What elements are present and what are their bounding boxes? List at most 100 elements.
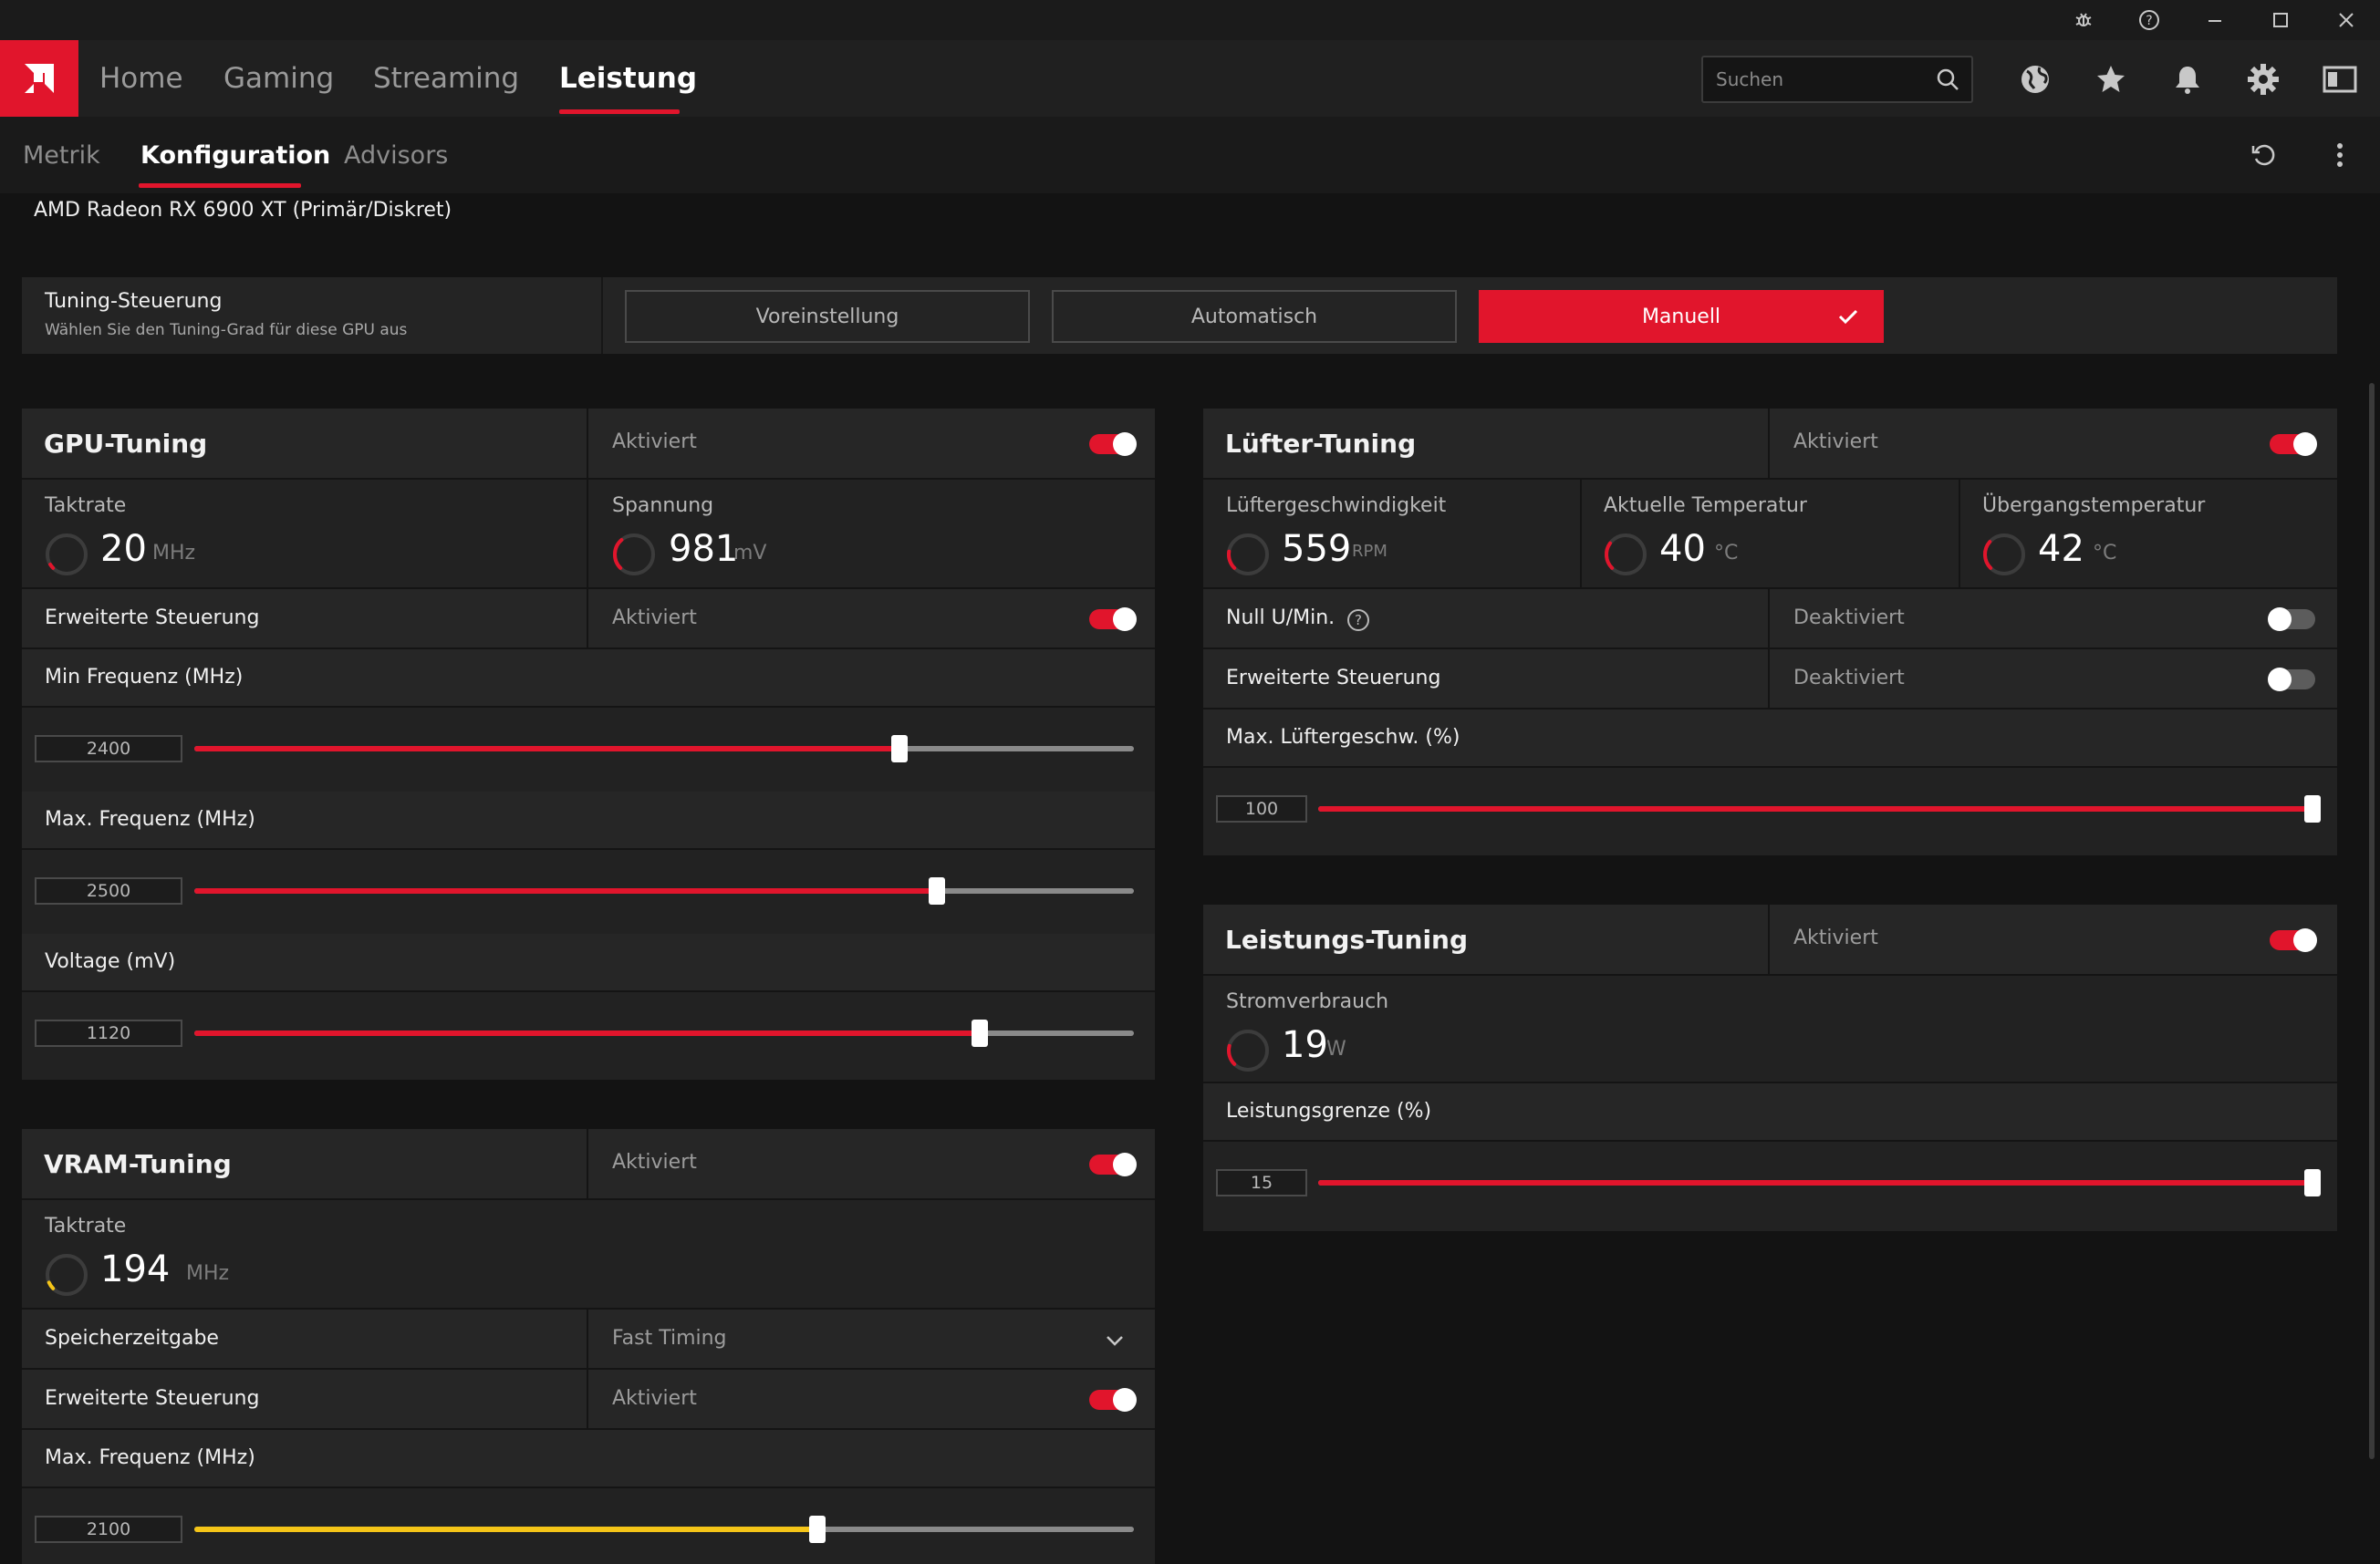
fan-tuning-toggle[interactable]: [2270, 432, 2317, 456]
current-temp-label: Aktuelle Temperatur: [1604, 494, 1807, 517]
voltage-unit: mV: [733, 542, 767, 564]
power-limit-slider[interactable]: [1318, 1169, 2321, 1196]
divider: [1959, 480, 1960, 589]
max-fan-speed-label: Max. Lüftergeschw. (%): [1226, 726, 1460, 749]
gauge-arc: [48, 562, 56, 570]
tab-konfiguration[interactable]: Konfiguration: [140, 117, 330, 193]
automatic-button-label: Automatisch: [1190, 305, 1318, 328]
voltage-slider-label: Voltage (mV): [45, 950, 176, 973]
zero-rpm-status: Deaktiviert: [1793, 606, 1905, 629]
gpu-tuning-status: Aktiviert: [612, 430, 697, 453]
max-fan-speed-value[interactable]: 100: [1216, 795, 1307, 823]
tab-leistung[interactable]: Leistung: [559, 40, 697, 117]
slider-thumb[interactable]: [2304, 795, 2321, 823]
slider-thumb[interactable]: [2304, 1169, 2321, 1196]
tuning-control-info: Tuning-Steuerung Wählen Sie den Tuning-G…: [22, 277, 603, 354]
vram-tuning-toggle[interactable]: [1089, 1153, 1137, 1176]
zero-rpm-toggle[interactable]: [2268, 607, 2315, 631]
power-tuning-status: Aktiviert: [1793, 927, 1878, 949]
tab-gaming[interactable]: Gaming: [223, 40, 334, 117]
gpu-advanced-toggle[interactable]: [1089, 607, 1137, 631]
help-icon[interactable]: ?: [2124, 0, 2175, 40]
divider: [587, 1129, 588, 1200]
max-fan-speed-slider[interactable]: [1318, 795, 2321, 823]
slider-thumb[interactable]: [890, 735, 908, 762]
junction-temp-unit: °C: [2093, 542, 2117, 564]
minimize-icon[interactable]: [2189, 0, 2240, 40]
preset-button[interactable]: Voreinstellung: [625, 290, 1030, 343]
vram-max-frequency-slider[interactable]: [194, 1516, 1134, 1543]
min-frequency-slider[interactable]: [194, 735, 1134, 762]
divider: [587, 589, 588, 649]
power-draw-value: 19: [1282, 1024, 1328, 1066]
vertical-scrollbar[interactable]: [2369, 383, 2375, 1459]
power-limit-value[interactable]: 15: [1216, 1169, 1307, 1196]
toggle-knob: [1113, 1153, 1137, 1176]
fan-advanced-row: Erweiterte Steuerung Deaktiviert: [1203, 649, 2337, 709]
svg-text:?: ?: [2146, 14, 2152, 28]
bell-icon[interactable]: [2165, 57, 2210, 102]
vram-max-frequency-value[interactable]: 2100: [35, 1516, 182, 1543]
current-temp-unit: °C: [1714, 542, 1739, 564]
memory-timing-select[interactable]: Fast Timing: [612, 1327, 727, 1350]
current-temp-gauge: [1605, 533, 1647, 575]
more-vertical-icon[interactable]: [2317, 132, 2363, 178]
fan-tuning-panel: Lüfter-Tuning Aktiviert Lüftergeschwindi…: [1203, 409, 2337, 855]
vram-tuning-status: Aktiviert: [612, 1151, 697, 1174]
vram-advanced-label: Erweiterte Steuerung: [45, 1387, 260, 1410]
gauge-arc: [47, 1280, 56, 1290]
amd-logo-icon[interactable]: [0, 40, 78, 117]
slider-thumb[interactable]: [808, 1516, 826, 1543]
min-frequency-value[interactable]: 2400: [35, 735, 182, 762]
close-icon[interactable]: [2321, 0, 2372, 40]
voltage-label: Spannung: [612, 494, 714, 517]
tab-metrik[interactable]: Metrik: [23, 117, 100, 193]
fan-advanced-toggle[interactable]: [2268, 668, 2315, 691]
search-icon[interactable]: [1935, 67, 1960, 96]
tab-home[interactable]: Home: [99, 40, 183, 117]
zero-rpm-row: Null U/Min. ? Deaktiviert: [1203, 589, 2337, 649]
sidebar-icon[interactable]: [2317, 57, 2363, 102]
tuning-control-title: Tuning-Steuerung: [45, 290, 223, 313]
junction-temp-label: Übergangstemperatur: [1982, 494, 2206, 517]
vram-max-frequency-label: Max. Frequenz (MHz): [45, 1446, 255, 1469]
tab-streaming[interactable]: Streaming: [373, 40, 519, 117]
max-frequency-label-row: Max. Frequenz (MHz): [22, 792, 1155, 850]
vram-advanced-toggle[interactable]: [1089, 1388, 1137, 1412]
slider-thumb[interactable]: [928, 877, 945, 905]
max-frequency-value[interactable]: 2500: [35, 877, 182, 905]
power-tuning-toggle[interactable]: [2270, 928, 2317, 952]
maximize-icon[interactable]: [2255, 0, 2306, 40]
search-input[interactable]: [1716, 57, 1926, 101]
star-icon[interactable]: [2088, 57, 2134, 102]
bug-icon[interactable]: [2058, 0, 2109, 40]
tab-advisors[interactable]: Advisors: [344, 117, 448, 193]
vram-advanced-status: Aktiviert: [612, 1387, 697, 1410]
gpu-tuning-toggle[interactable]: [1089, 432, 1137, 456]
clock-label: Taktrate: [45, 494, 127, 517]
min-frequency-label: Min Frequenz (MHz): [45, 666, 244, 689]
power-tuning-title: Leistungs-Tuning: [1225, 925, 1469, 955]
automatic-button[interactable]: Automatisch: [1052, 290, 1457, 343]
toggle-knob: [2293, 928, 2317, 952]
check-icon: [1836, 305, 1860, 334]
max-frequency-label: Max. Frequenz (MHz): [45, 808, 255, 831]
voltage-slider-value[interactable]: 1120: [35, 1020, 182, 1047]
question-circle-icon[interactable]: ?: [1346, 607, 1371, 633]
gauge-arc: [1983, 540, 1993, 570]
reset-icon[interactable]: [2240, 132, 2286, 178]
gauge-arc: [1227, 549, 1237, 570]
globe-icon[interactable]: [2012, 57, 2058, 102]
vram-clock-unit: MHz: [186, 1262, 230, 1285]
vram-tuning-header: VRAM-Tuning Aktiviert: [22, 1129, 1155, 1200]
voltage-slider[interactable]: [194, 1020, 1134, 1047]
gpu-advanced-row: Erweiterte Steuerung Aktiviert: [22, 589, 1155, 649]
max-frequency-slider[interactable]: [194, 877, 1134, 905]
fan-tuning-title: Lüfter-Tuning: [1225, 429, 1417, 459]
slider-thumb[interactable]: [972, 1020, 989, 1047]
chevron-down-icon[interactable]: [1104, 1330, 1126, 1355]
tuning-control-subtitle: Wählen Sie den Tuning-Grad für diese GPU…: [45, 321, 408, 339]
gear-icon[interactable]: [2240, 57, 2286, 102]
manual-button[interactable]: Manuell: [1479, 290, 1884, 343]
fan-tuning-status: Aktiviert: [1793, 430, 1878, 453]
